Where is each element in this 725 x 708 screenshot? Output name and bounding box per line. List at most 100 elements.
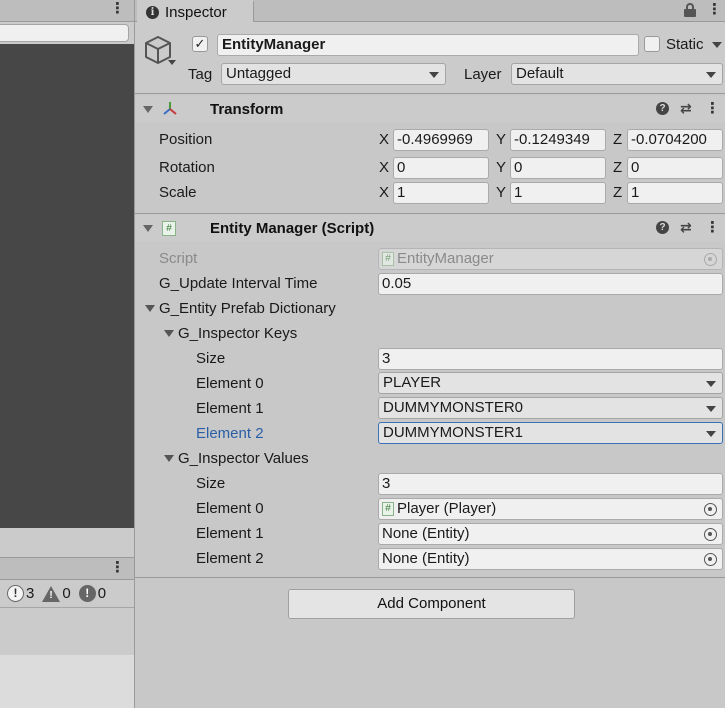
console-tabbar: ⋮ [0,557,134,580]
values-element-1-value: None (Entity) [382,525,470,542]
position-label: Position [159,131,213,148]
axis-z-label: Z [613,184,623,201]
values-element-2-value: None (Entity) [382,550,470,567]
keys-element-1-label: Element 1 [196,400,264,417]
hierarchy-panel: ⋮ ⋮ ! 3 ! 0 ! 0 [0,0,135,708]
rotation-label: Rotation [159,159,215,176]
values-element-0-label: Element 0 [196,500,264,517]
console-list [0,609,134,655]
dictionary-label[interactable]: G_Entity Prefab Dictionary [159,300,336,317]
tag-dropdown[interactable]: Untagged [221,63,446,85]
rotation-z-field[interactable]: 0 [627,157,723,179]
search-input[interactable] [0,24,129,42]
dictionary-foldout-icon[interactable] [145,305,155,312]
add-component-button[interactable]: Add Component [288,589,575,619]
layer-dropdown[interactable]: Default [511,63,723,85]
hierarchy-searchbar [0,22,134,44]
layer-label: Layer [464,66,502,83]
warning-toggle[interactable]: ! 0 [42,585,71,602]
position-y-field[interactable]: -0.1249349 [510,129,606,151]
values-element-2-field[interactable]: None (Entity) [378,548,723,570]
component-kebab-icon[interactable]: ⋮ [705,220,720,235]
component-separator [135,577,725,578]
active-checkbox[interactable]: ✓ [192,36,208,52]
update-interval-label: G_Update Interval Time [159,275,318,292]
values-element-0-field[interactable]: # Player (Player) [378,498,723,520]
axis-x-label: X [379,184,390,201]
keys-element-2-label: Element 2 [196,425,264,442]
error-icon: ! [78,585,96,602]
foldout-icon[interactable] [143,225,153,232]
transform-title: Transform [210,101,284,118]
warning-icon: ! [42,585,61,602]
lock-icon[interactable] [684,3,696,17]
values-element-1-label: Element 1 [196,525,264,542]
script-component-header[interactable]: # Entity Manager (Script) ? ⇄ ⋮ [135,215,725,241]
scale-label: Scale [159,184,197,201]
icon-dropdown-caret[interactable] [168,60,176,65]
values-element-1-field[interactable]: None (Entity) [378,523,723,545]
help-icon[interactable]: ? [656,102,669,115]
axis-z-label: Z [613,131,623,148]
keys-element-0-dropdown[interactable]: PLAYER [378,372,723,394]
help-icon[interactable]: ? [656,221,669,234]
info-count: 3 [26,585,35,602]
values-element-2-label: Element 2 [196,550,264,567]
position-x-field[interactable]: -0.4969969 [393,129,489,151]
presets-icon[interactable]: ⇄ [680,219,692,236]
info-icon: ! [7,585,24,602]
rotation-y-field[interactable]: 0 [510,157,606,179]
component-separator [135,213,725,214]
script-icon: # [382,502,394,517]
keys-size-field[interactable]: 3 [378,348,723,370]
keys-element-2-dropdown[interactable]: DUMMYMONSTER1 [378,422,723,444]
values-size-label: Size [196,475,226,492]
script-value: EntityManager [397,250,494,267]
gameobject-name-field[interactable]: EntityManager [217,34,639,56]
keys-element-1-dropdown[interactable]: DUMMYMONSTER0 [378,397,723,419]
keys-element-0-label: Element 0 [196,375,264,392]
axis-y-label: Y [496,184,507,201]
scene-view[interactable] [0,44,134,528]
component-kebab-icon[interactable]: ⋮ [705,101,720,116]
gameobject-header: ✓ EntityManager Static Tag Untagged Laye… [135,22,725,94]
script-icon: # [382,252,394,267]
static-label: Static [666,36,704,53]
static-dropdown[interactable] [710,34,724,56]
keys-element-1-value: DUMMYMONSTER0 [383,399,524,416]
info-icon: i [146,6,159,19]
transform-header[interactable]: Transform ? ⇄ ⋮ [135,96,725,122]
tab-label: Inspector [165,4,227,21]
scale-z-field[interactable]: 1 [627,182,723,204]
tab-inspector[interactable]: i Inspector [137,0,254,23]
keys-label[interactable]: G_Inspector Keys [178,325,297,342]
position-z-field[interactable]: -0.0704200 [627,129,723,151]
keys-foldout-icon[interactable] [164,330,174,337]
warning-count: 0 [62,585,71,602]
object-picker-icon[interactable] [704,503,717,516]
keys-element-0-value: PLAYER [383,374,442,391]
values-foldout-icon[interactable] [164,455,174,462]
console-toolbar: ! 3 ! 0 ! 0 [0,580,134,608]
object-picker-icon[interactable] [704,528,717,541]
static-checkbox[interactable] [644,36,660,52]
script-label: Script [159,250,198,267]
console-kebab-icon[interactable]: ⋮ [110,560,125,575]
presets-icon[interactable]: ⇄ [680,100,692,117]
foldout-icon[interactable] [143,106,153,113]
error-toggle[interactable]: ! 0 [78,585,106,602]
kebab-menu-icon[interactable]: ⋮ [110,1,125,16]
scale-x-field[interactable]: 1 [393,182,489,204]
rotation-x-field[interactable]: 0 [393,157,489,179]
info-toggle[interactable]: ! 3 [7,585,34,602]
tag-label: Tag [188,66,213,83]
object-picker-icon[interactable] [704,553,717,566]
console-detail [0,655,134,708]
scale-y-field[interactable]: 1 [510,182,606,204]
axis-x-label: X [379,159,390,176]
inspector-kebab-icon[interactable]: ⋮ [707,2,722,17]
script-field: # EntityManager [378,248,723,270]
values-size-field[interactable]: 3 [378,473,723,495]
values-label[interactable]: G_Inspector Values [178,450,309,467]
update-interval-field[interactable]: 0.05 [378,273,723,295]
